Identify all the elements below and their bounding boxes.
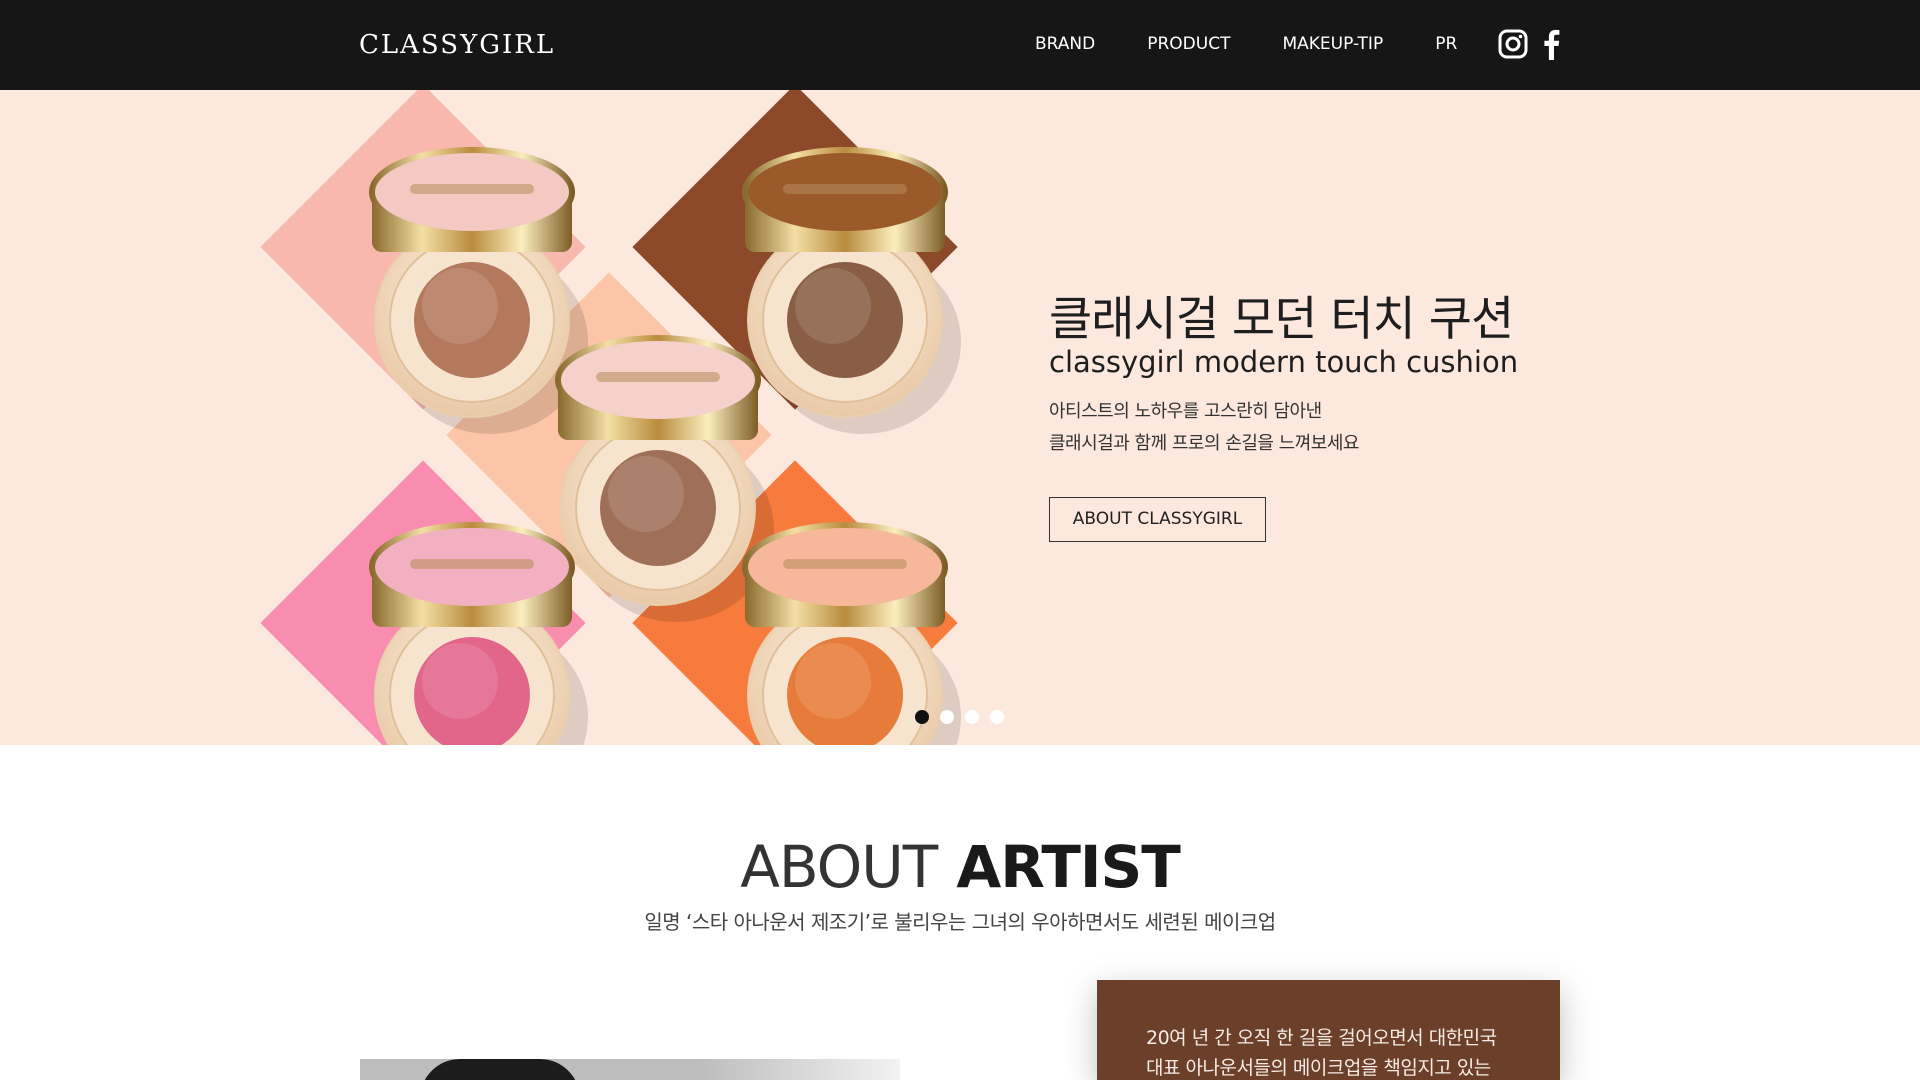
facebook-icon[interactable] [1542,28,1560,60]
nav-item-brand[interactable]: BRAND [1035,34,1095,54]
about-title-light: ABOUT [740,833,938,901]
artist-photo-fade [700,1059,900,1080]
top-navigation-bar: CLASSYGIRL BRAND PRODUCT MAKEUP-TIP PR [0,0,1920,90]
nav-item-makeup-tip[interactable]: MAKEUP-TIP [1282,34,1383,54]
about-classygirl-button[interactable]: ABOUT CLASSYGIRL [1049,497,1266,542]
slider-dot-4[interactable] [990,710,1004,724]
hero-description-line: 아티스트의 노하우를 고스란히 담아낸 [1049,401,1322,422]
artist-bio-text: 20여 년 간 오직 한 길을 걸어오면서 대한민국 대표 아나운서들의 메이크… [1146,1023,1497,1080]
slider-dot-2[interactable] [940,710,954,724]
artist-photo [360,1059,900,1080]
hero-title-english: classygirl modern touch cushion [1049,345,1519,379]
cushion-products-image [369,147,961,745]
cushion-compact [369,147,588,434]
hero-description: 아티스트의 노하우를 고스란히 담아낸 클래시걸과 함께 프로의 손길을 느껴보… [1049,396,1359,460]
cushion-compact [742,147,961,434]
social-links [1498,28,1560,60]
cushion-compact [369,522,588,745]
hero-description-line: 클래시걸과 함께 프로의 손길을 느껴보세요 [1049,433,1359,454]
artist-bio-line: 대표 아나운서들의 메이크업을 책임지고 있는 [1146,1057,1491,1079]
hero-title-korean: 클래시걸 모던 터치 쿠션 [1049,292,1514,347]
artist-photo-hair [420,1059,580,1080]
artist-bio-line: 20여 년 간 오직 한 길을 걸어오면서 대한민국 [1146,1027,1497,1049]
slider-pagination [915,710,1004,724]
brand-logo[interactable]: CLASSYGIRL [359,30,555,60]
instagram-icon[interactable] [1498,29,1528,59]
nav-item-pr[interactable]: PR [1435,34,1457,54]
hero-banner: 클래시걸 모던 터치 쿠션 classygirl modern touch cu… [0,90,1920,745]
about-title-bold: ARTIST [956,833,1180,901]
about-artist-heading: ABOUT ARTIST [0,833,1920,901]
about-artist-subtitle: 일명 ‘스타 아나운서 제조기’로 불리우는 그녀의 우아하면서도 세련된 메이… [644,910,1276,934]
slider-dot-3[interactable] [965,710,979,724]
cushion-compact [555,335,774,622]
main-nav: BRAND PRODUCT MAKEUP-TIP PR [1035,34,1457,54]
artist-bio-card: 20여 년 간 오직 한 길을 걸어오면서 대한민국 대표 아나운서들의 메이크… [1097,980,1560,1080]
slider-dot-1[interactable] [915,710,929,724]
nav-item-product[interactable]: PRODUCT [1147,34,1230,54]
